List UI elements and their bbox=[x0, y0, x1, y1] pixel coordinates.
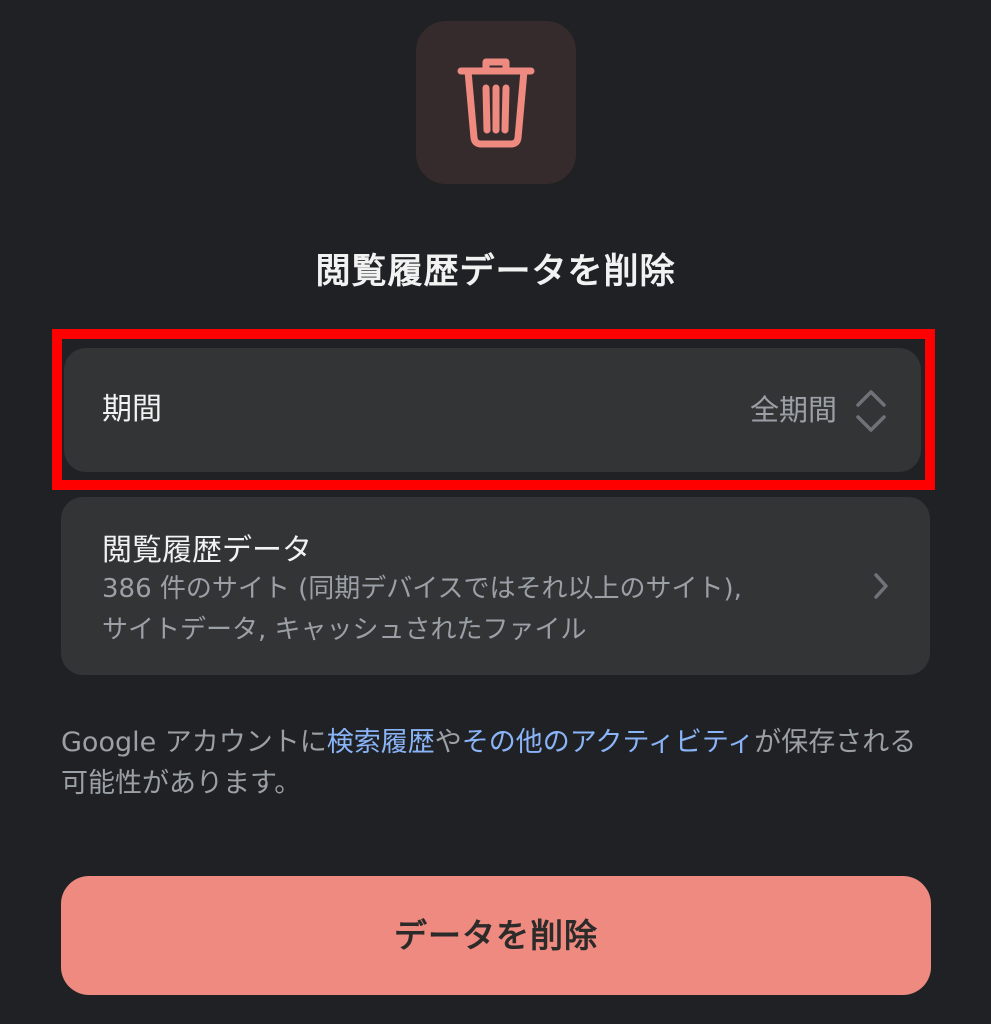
search-history-link[interactable]: 検索履歴 bbox=[327, 727, 435, 758]
browsing-data-description: 386 件のサイト (同期デバイスではそれ以上のサイト), サイトデータ, キャ… bbox=[102, 569, 842, 651]
trash-icon-tile bbox=[416, 21, 576, 184]
clear-browsing-data-dialog: 閲覧履歴データを削除 期間 全期間 閲覧履歴データ 386 件のサイト (同期デ… bbox=[0, 0, 991, 1024]
notice-middle: や bbox=[434, 727, 462, 758]
dialog-title: 閲覧履歴データを削除 bbox=[315, 252, 676, 292]
chevron-right-icon bbox=[874, 573, 888, 599]
period-selector[interactable]: 期間 全期間 bbox=[64, 348, 921, 472]
period-value: 全期間 bbox=[749, 393, 837, 427]
account-activity-notice: Google アカウントに検索履歴やその他のアクティビティが保存される可能性があ… bbox=[61, 722, 931, 804]
trash-icon bbox=[457, 58, 535, 147]
browsing-data-title: 閲覧履歴データ bbox=[102, 533, 312, 568]
browsing-data-line-1: 386 件のサイト (同期デバイスではそれ以上のサイト), bbox=[102, 574, 742, 604]
other-activity-link[interactable]: その他のアクティビティ bbox=[462, 727, 754, 758]
updown-chevron-icon bbox=[856, 390, 886, 432]
notice-prefix: Google アカウントに bbox=[61, 727, 327, 758]
period-label: 期間 bbox=[102, 392, 162, 427]
browsing-data-option[interactable]: 閲覧履歴データ 386 件のサイト (同期デバイスではそれ以上のサイト), サイ… bbox=[61, 497, 930, 675]
delete-data-button[interactable]: データを削除 bbox=[61, 876, 931, 995]
browsing-data-line-2: サイトデータ, キャッシュされたファイル bbox=[102, 615, 587, 645]
